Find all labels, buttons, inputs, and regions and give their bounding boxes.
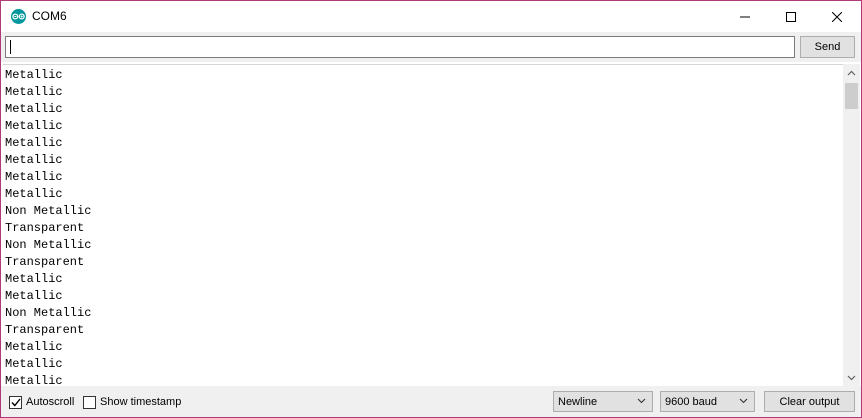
scroll-up-button[interactable] <box>843 64 860 81</box>
title-bar: COM6 <box>1 1 861 32</box>
window-title: COM6 <box>32 9 67 23</box>
output-lines: Metallic Metallic Metallic Metallic Metallic… <box>3 65 843 386</box>
line-ending-select[interactable]: Newline <box>553 391 653 412</box>
output-line: Metallic <box>5 357 63 371</box>
autoscroll-checkbox[interactable]: Autoscroll <box>9 394 74 410</box>
output-line: Metallic <box>5 102 63 116</box>
serial-output: Metallic Metallic Metallic Metallic Metallic… <box>3 64 843 386</box>
serial-monitor-window: COM6 Send Metallic Metallic Metallic Metall… <box>0 0 862 418</box>
scroll-thumb[interactable] <box>845 83 858 109</box>
chevron-up-icon <box>847 70 856 75</box>
maximize-button[interactable] <box>768 1 814 32</box>
output-line: Metallic <box>5 340 63 354</box>
send-row: Send <box>1 32 861 62</box>
send-button[interactable]: Send <box>800 36 855 58</box>
close-icon <box>832 11 842 22</box>
chevron-down-icon <box>847 375 856 380</box>
show-timestamp-box[interactable] <box>83 395 96 409</box>
show-timestamp-label: Show timestamp <box>100 396 182 408</box>
chevron-down-icon <box>739 398 748 404</box>
output-line: Metallic <box>5 272 63 286</box>
output-line: Non Metallic <box>5 204 92 218</box>
line-ending-value: Newline <box>558 395 598 408</box>
output-line: Metallic <box>5 153 63 167</box>
text-caret <box>10 40 11 54</box>
checkmark-icon <box>10 398 21 407</box>
output-line: Transparent <box>5 323 85 337</box>
clear-output-button[interactable]: Clear output <box>764 391 855 412</box>
close-button[interactable] <box>814 1 860 32</box>
autoscroll-box[interactable] <box>9 395 22 409</box>
bottom-bar: Autoscroll Show timestamp Newline 9600 b… <box>1 386 861 417</box>
output-line: Transparent <box>5 255 85 269</box>
vertical-scrollbar[interactable] <box>843 64 860 386</box>
output-line: Metallic <box>5 136 63 150</box>
minimize-icon <box>740 16 750 17</box>
minimize-button[interactable] <box>722 1 768 32</box>
baud-rate-value: 9600 baud <box>665 395 717 408</box>
maximize-icon <box>786 11 796 22</box>
show-timestamp-checkbox[interactable]: Show timestamp <box>83 394 181 410</box>
output-line: Metallic <box>5 374 63 386</box>
output-line: Non Metallic <box>5 306 92 320</box>
output-line: Metallic <box>5 187 63 201</box>
output-line: Metallic <box>5 170 63 184</box>
output-line: Metallic <box>5 85 63 99</box>
output-line: Metallic <box>5 119 63 133</box>
output-line: Metallic <box>5 68 63 82</box>
output-line: Non Metallic <box>5 238 92 252</box>
autoscroll-label: Autoscroll <box>26 396 75 408</box>
chevron-down-icon <box>637 398 646 404</box>
serial-input[interactable] <box>5 36 795 58</box>
baud-rate-select[interactable]: 9600 baud <box>660 391 755 412</box>
output-line: Transparent <box>5 221 85 235</box>
output-line: Metallic <box>5 289 63 303</box>
arduino-logo-icon <box>10 9 27 24</box>
scroll-down-button[interactable] <box>843 369 860 386</box>
